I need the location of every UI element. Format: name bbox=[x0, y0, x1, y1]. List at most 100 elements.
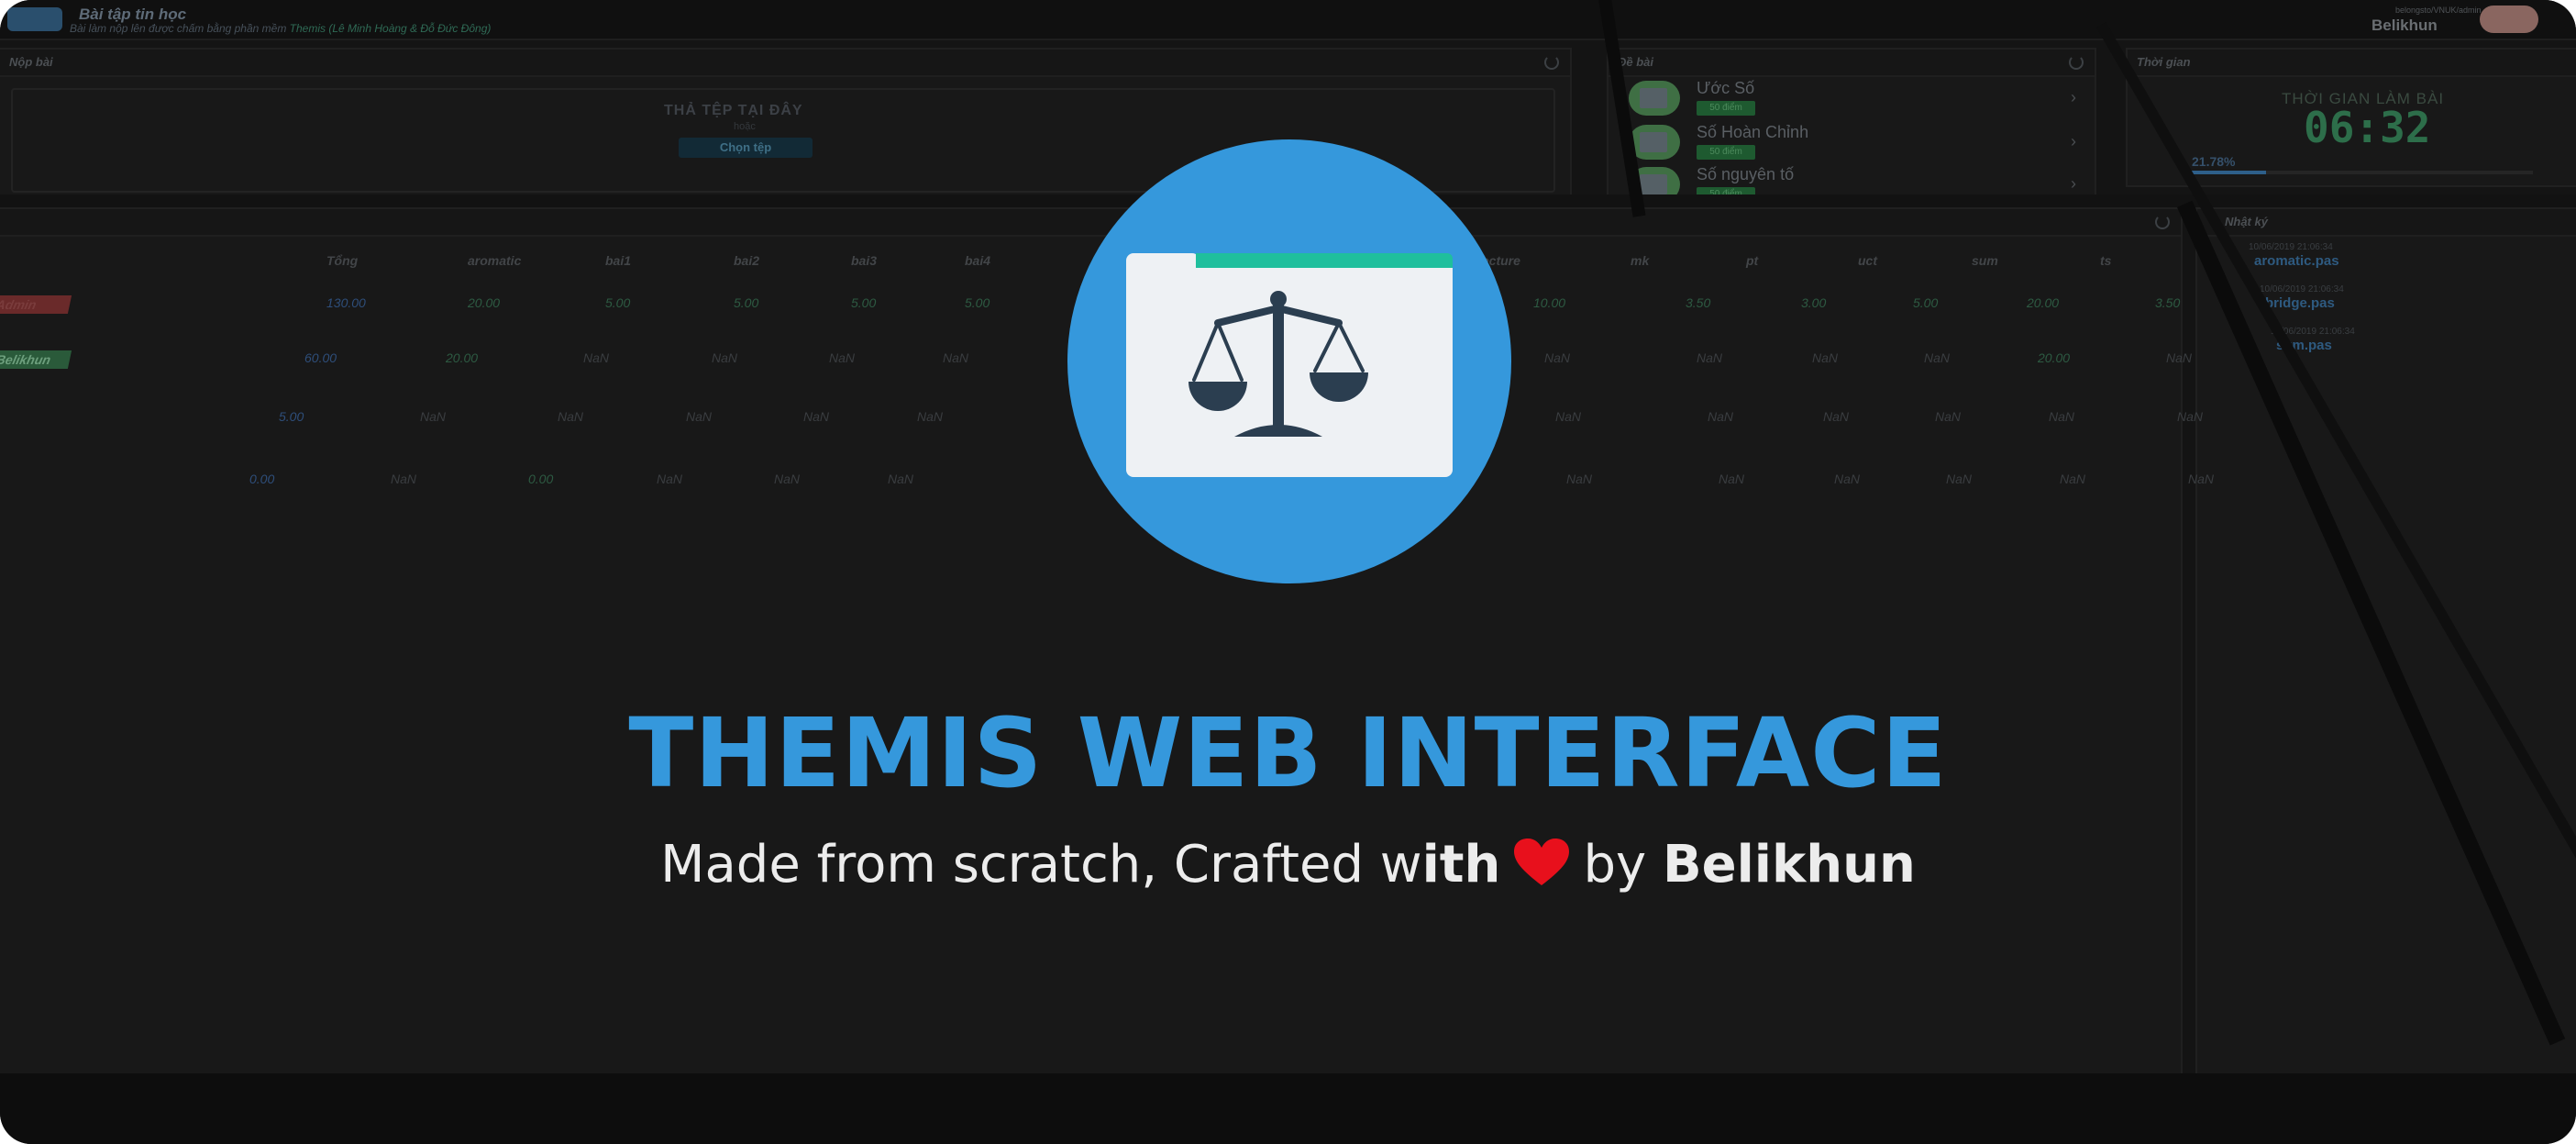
table-cell: 5.00 bbox=[1913, 295, 1939, 310]
app-topbar: Bài tập tin học Bài làm nộp lên được chấ… bbox=[0, 0, 2576, 40]
log-panel-title: Nhật ký bbox=[2225, 215, 2268, 228]
table-cell: NaN bbox=[583, 350, 610, 365]
table-cell: NaN bbox=[1834, 472, 1861, 486]
table-cell: NaN bbox=[2049, 409, 2075, 424]
log-file-link[interactable]: aromatic.pas bbox=[2254, 253, 2339, 269]
table-cell: 20.00 bbox=[468, 295, 501, 310]
table-cell: 5.00 bbox=[851, 295, 877, 310]
table-cell: NaN bbox=[917, 409, 944, 424]
banner-frame: Bài tập tin học Bài làm nộp lên được chấ… bbox=[0, 0, 2576, 1144]
table-cell: NaN bbox=[1946, 472, 1973, 486]
scale-folder-icon bbox=[1067, 139, 1511, 583]
tagline-by: by bbox=[1583, 835, 1647, 894]
problem-item[interactable]: Ước Số 50 điểm › bbox=[1609, 77, 2104, 119]
table-cell: NaN bbox=[1935, 409, 1962, 424]
problem-name: Ước Số bbox=[1697, 79, 1755, 97]
table-cell: NaN bbox=[1708, 409, 1734, 424]
table-cell: 3.50 bbox=[2155, 295, 2181, 310]
table-cell: 5.00 bbox=[965, 295, 990, 310]
log-file-link[interactable]: bridge.pas bbox=[2265, 295, 2335, 311]
hero-title: THEMIS WEB INTERFACE bbox=[628, 697, 1948, 809]
refresh-icon[interactable] bbox=[2155, 215, 2170, 229]
avatar[interactable] bbox=[2480, 6, 2538, 33]
hero-tagline: Made from scratch, Crafted with by Belikh… bbox=[0, 835, 2576, 900]
app-subtitle-text: Bài làm nộp lên được chấm bằng phần mềm bbox=[70, 22, 287, 35]
tagline-author: Belikhun bbox=[1662, 835, 1916, 894]
app-subtitle-link[interactable]: Themis (Lê Minh Hoàng & Đỗ Đức Đông) bbox=[290, 22, 492, 35]
problems-panel-header: Đề bài bbox=[1609, 50, 2095, 77]
problem-points-badge: 50 điểm bbox=[1697, 145, 1755, 160]
problem-icon bbox=[1629, 81, 1680, 116]
table-cell: NaN bbox=[1924, 350, 1951, 365]
table-cell: NaN bbox=[657, 472, 683, 486]
table-header: ts bbox=[2100, 253, 2112, 268]
table-cell: 20.00 bbox=[2027, 295, 2060, 310]
submit-panel-title: Nộp bài bbox=[9, 55, 53, 69]
table-cell: NaN bbox=[888, 472, 914, 486]
table-cell: 5.00 bbox=[279, 409, 304, 424]
time-progress-fill bbox=[2192, 171, 2267, 174]
log-timestamp: 10/06/2019 21:06:34 bbox=[2249, 242, 2333, 252]
tagline-prefix: Made from scratch, Crafted w bbox=[660, 835, 1422, 894]
table-cell: 60.00 bbox=[304, 350, 337, 365]
app-subtitle: Bài làm nộp lên được chấm bằng phần mềm … bbox=[70, 22, 491, 35]
table-cell: 0.00 bbox=[249, 472, 275, 486]
table-cell: NaN bbox=[1697, 350, 1723, 365]
table-cell: NaN bbox=[1566, 472, 1593, 486]
chevron-right-icon: › bbox=[2071, 88, 2076, 106]
time-progress-bar bbox=[2192, 171, 2533, 174]
table-cell: NaN bbox=[1812, 350, 1839, 365]
table-cell: NaN bbox=[803, 409, 830, 424]
progress-text: 21.78% bbox=[2192, 154, 2236, 169]
user-tag[interactable]: Admin bbox=[0, 295, 72, 314]
countdown-timer: 06:32 bbox=[2304, 103, 2431, 152]
dropzone-title: THẢ TỆP TẠI ĐÂY bbox=[664, 103, 803, 118]
username[interactable]: Belikhun bbox=[2371, 17, 2438, 35]
chevron-right-icon: › bbox=[2071, 174, 2076, 193]
log-timestamp: 10/06/2019 21:06:34 bbox=[2260, 284, 2344, 294]
table-cell: NaN bbox=[1823, 409, 1850, 424]
app-logo-icon bbox=[7, 7, 62, 31]
table-header: sum bbox=[1972, 253, 1998, 268]
balance-scale-icon bbox=[1188, 291, 1368, 437]
table-cell: 5.00 bbox=[605, 295, 631, 310]
submit-panel-header: Nộp bài bbox=[0, 50, 1570, 77]
table-cell: 0.00 bbox=[528, 472, 554, 486]
table-cell: 10.00 bbox=[1533, 295, 1566, 310]
table-header: Tổng bbox=[326, 253, 359, 268]
table-header: mk bbox=[1631, 253, 1650, 268]
bottom-band bbox=[0, 1073, 2576, 1144]
table-header: aromatic bbox=[468, 253, 522, 268]
table-cell: NaN bbox=[829, 350, 856, 365]
choose-file-button[interactable]: Chọn tệp bbox=[679, 138, 813, 158]
table-cell: NaN bbox=[2177, 409, 2204, 424]
refresh-icon[interactable] bbox=[1544, 55, 1559, 70]
app-title: Bài tập tin học bbox=[79, 6, 187, 23]
table-cell: 20.00 bbox=[446, 350, 479, 365]
table-cell: NaN bbox=[943, 350, 969, 365]
table-header: uct bbox=[1858, 253, 1877, 268]
problem-points-badge: 50 điểm bbox=[1697, 101, 1755, 116]
table-header: bai1 bbox=[605, 253, 632, 268]
table-cell: 3.00 bbox=[1801, 295, 1827, 310]
table-header: bai4 bbox=[965, 253, 991, 268]
table-cell: NaN bbox=[391, 472, 417, 486]
time-panel-title: Thời gian bbox=[2137, 55, 2191, 69]
heart-icon bbox=[1513, 838, 1570, 900]
refresh-icon[interactable] bbox=[2069, 55, 2084, 70]
tagline-bold: ith bbox=[1421, 835, 1501, 894]
dropzone-or: hoặc bbox=[734, 121, 756, 132]
table-cell: NaN bbox=[1719, 472, 1745, 486]
time-panel-header: Thời gian bbox=[2128, 50, 2576, 77]
table-header: bai3 bbox=[851, 253, 878, 268]
user-tag[interactable]: Belikhun bbox=[0, 350, 72, 369]
problem-icon bbox=[1629, 125, 1680, 160]
problem-item[interactable]: Số Hoàn Chỉnh 50 điểm › bbox=[1609, 121, 2104, 163]
table-cell: NaN bbox=[558, 409, 584, 424]
ranking-panel-header bbox=[0, 209, 2181, 237]
table-cell: NaN bbox=[774, 472, 801, 486]
table-cell: 5.00 bbox=[734, 295, 759, 310]
table-cell: NaN bbox=[686, 409, 713, 424]
table-cell: NaN bbox=[2060, 472, 2086, 486]
table-cell: NaN bbox=[1555, 409, 1582, 424]
